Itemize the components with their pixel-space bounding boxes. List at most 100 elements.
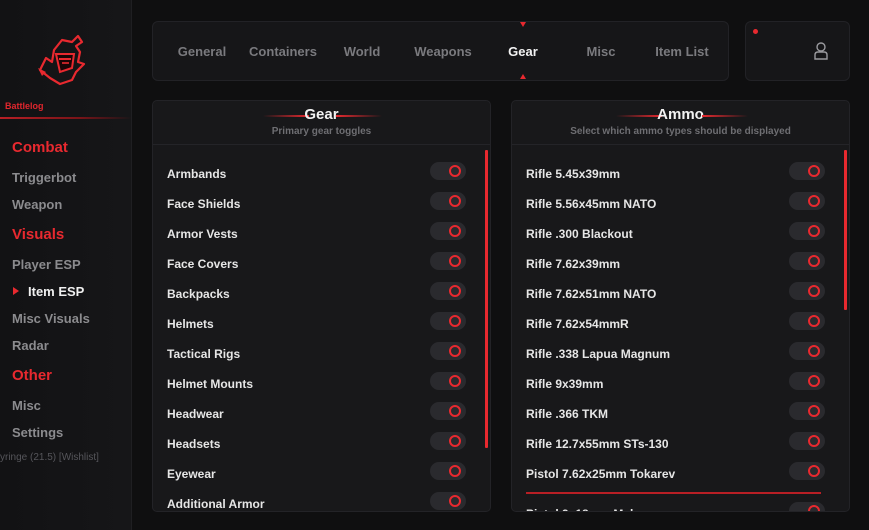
toggle-switch[interactable] — [430, 222, 466, 240]
toggle-row: Pistol 7.62x25mm Tokarev — [526, 460, 836, 490]
toggle-knob-icon — [449, 405, 461, 417]
toggle-switch[interactable] — [430, 162, 466, 180]
toggle-switch[interactable] — [430, 402, 466, 420]
ammo-scrollbar[interactable] — [844, 150, 847, 310]
toggle-knob-icon — [449, 165, 461, 177]
toggle-row: Headsets — [167, 430, 477, 460]
toggle-label: Additional Armor — [167, 497, 265, 511]
toggle-switch[interactable] — [789, 502, 825, 511]
toggle-switch[interactable] — [789, 162, 825, 180]
toggle-switch[interactable] — [430, 492, 466, 510]
toggle-switch[interactable] — [430, 372, 466, 390]
toggle-switch[interactable] — [789, 432, 825, 450]
toggle-label: Backpacks — [167, 287, 230, 301]
toggle-label: Armor Vests — [167, 227, 238, 241]
toggle-switch[interactable] — [789, 192, 825, 210]
toggle-switch[interactable] — [430, 342, 466, 360]
toggle-label: Rifle 12.7x55mm STs-130 — [526, 437, 669, 451]
toggle-label: Headwear — [167, 407, 224, 421]
toggle-label: Rifle 5.45x39mm — [526, 167, 621, 181]
toggle-knob-icon — [808, 375, 820, 387]
footer-user-text: yringe (21.5) [Wishlist] — [0, 452, 99, 463]
gear-panel-title: Gear — [304, 106, 339, 123]
profile-box[interactable] — [745, 21, 850, 81]
toggle-knob-icon — [449, 435, 461, 447]
tab-bar: General Containers World Weapons Gear Mi… — [152, 21, 729, 81]
gear-scrollbar[interactable] — [485, 150, 488, 448]
toggle-switch[interactable] — [789, 222, 825, 240]
tab-world[interactable]: World — [331, 22, 393, 82]
toggle-label: Face Shields — [167, 197, 241, 211]
toggle-row: Rifle 5.56x45mm NATO — [526, 190, 836, 220]
toggle-knob-icon — [449, 495, 461, 507]
toggle-row: Rifle 5.45x39mm — [526, 160, 836, 190]
toggle-switch[interactable] — [789, 462, 825, 480]
toggle-switch[interactable] — [789, 252, 825, 270]
toggle-switch[interactable] — [789, 282, 825, 300]
toggle-knob-icon — [808, 405, 820, 417]
toggle-switch[interactable] — [430, 252, 466, 270]
tab-misc[interactable]: Misc — [573, 22, 629, 82]
toggle-label: Armbands — [167, 167, 227, 181]
active-marker-icon — [13, 287, 19, 295]
nav-item-triggerbot[interactable]: Triggerbot — [12, 170, 76, 185]
tab-item-list[interactable]: Item List — [643, 22, 721, 82]
toggle-switch[interactable] — [430, 282, 466, 300]
toggle-label: Face Covers — [167, 257, 239, 271]
brand-label: Battlelog — [5, 101, 44, 111]
tab-indicator-bottom-icon — [520, 74, 526, 79]
toggle-knob-icon — [449, 195, 461, 207]
nav-item-weapon[interactable]: Weapon — [12, 197, 62, 212]
tab-containers[interactable]: Containers — [241, 22, 325, 82]
toggle-row: Tactical Rigs — [167, 340, 477, 370]
tab-general[interactable]: General — [167, 22, 237, 82]
toggle-switch[interactable] — [430, 432, 466, 450]
ammo-panel: Ammo Select which ammo types should be d… — [511, 100, 850, 512]
toggle-row: Rifle 7.62x51mm NATO — [526, 280, 836, 310]
toggle-label: Rifle 5.56x45mm NATO — [526, 197, 657, 211]
toggle-label: Rifle 7.62x54mmR — [526, 317, 629, 331]
nav-category-visuals: Visuals — [12, 226, 65, 243]
nav-item-radar[interactable]: Radar — [12, 338, 49, 353]
toggle-knob-icon — [808, 285, 820, 297]
toggle-switch[interactable] — [789, 402, 825, 420]
ammo-panel-title: Ammo — [657, 106, 704, 123]
toggle-label: Rifle 7.62x51mm NATO — [526, 287, 657, 301]
toggle-switch[interactable] — [789, 372, 825, 390]
toggle-knob-icon — [808, 435, 820, 447]
tab-gear[interactable]: Gear — [493, 22, 553, 82]
title-line-right — [702, 115, 748, 117]
toggle-label: Rifle .300 Blackout — [526, 227, 633, 241]
toggle-row: Rifle 9x39mm — [526, 370, 836, 400]
nav-item-settings[interactable]: Settings — [12, 425, 63, 440]
toggle-label: Headsets — [167, 437, 221, 451]
nav-item-misc[interactable]: Misc — [12, 398, 41, 413]
toggle-knob-icon — [808, 225, 820, 237]
user-icon[interactable] — [813, 41, 829, 61]
toggle-row: Rifle 7.62x54mmR — [526, 310, 836, 340]
toggle-label: Rifle 9x39mm — [526, 377, 604, 391]
toggle-label: Helmets — [167, 317, 214, 331]
toggle-row: Face Shields — [167, 190, 477, 220]
toggle-label: Pistol 9x18mm Makarov — [526, 507, 662, 511]
nav-item-misc-visuals[interactable]: Misc Visuals — [12, 311, 90, 326]
nav-item-player-esp[interactable]: Player ESP — [12, 257, 81, 272]
toggle-knob-icon — [449, 375, 461, 387]
toggle-knob-icon — [808, 195, 820, 207]
nav-category-other: Other — [12, 367, 53, 384]
toggle-switch[interactable] — [789, 312, 825, 330]
toggle-row: Rifle .338 Lapua Magnum — [526, 340, 836, 370]
toggle-switch[interactable] — [789, 342, 825, 360]
toggle-row: Helmets — [167, 310, 477, 340]
nav-item-item-esp[interactable]: Item ESP — [28, 284, 84, 299]
toggle-label: Rifle 7.62x39mm — [526, 257, 621, 271]
toggle-switch[interactable] — [430, 192, 466, 210]
toggle-switch[interactable] — [430, 312, 466, 330]
ammo-panel-header: Ammo Select which ammo types should be d… — [512, 101, 849, 145]
tab-weapons[interactable]: Weapons — [403, 22, 483, 82]
toggle-knob-icon — [449, 255, 461, 267]
title-line-right — [336, 115, 382, 117]
toggle-row: Rifle 7.62x39mm — [526, 250, 836, 280]
toggle-switch[interactable] — [430, 462, 466, 480]
gear-panel: Gear Primary gear toggles Armbands Face S… — [152, 100, 491, 512]
